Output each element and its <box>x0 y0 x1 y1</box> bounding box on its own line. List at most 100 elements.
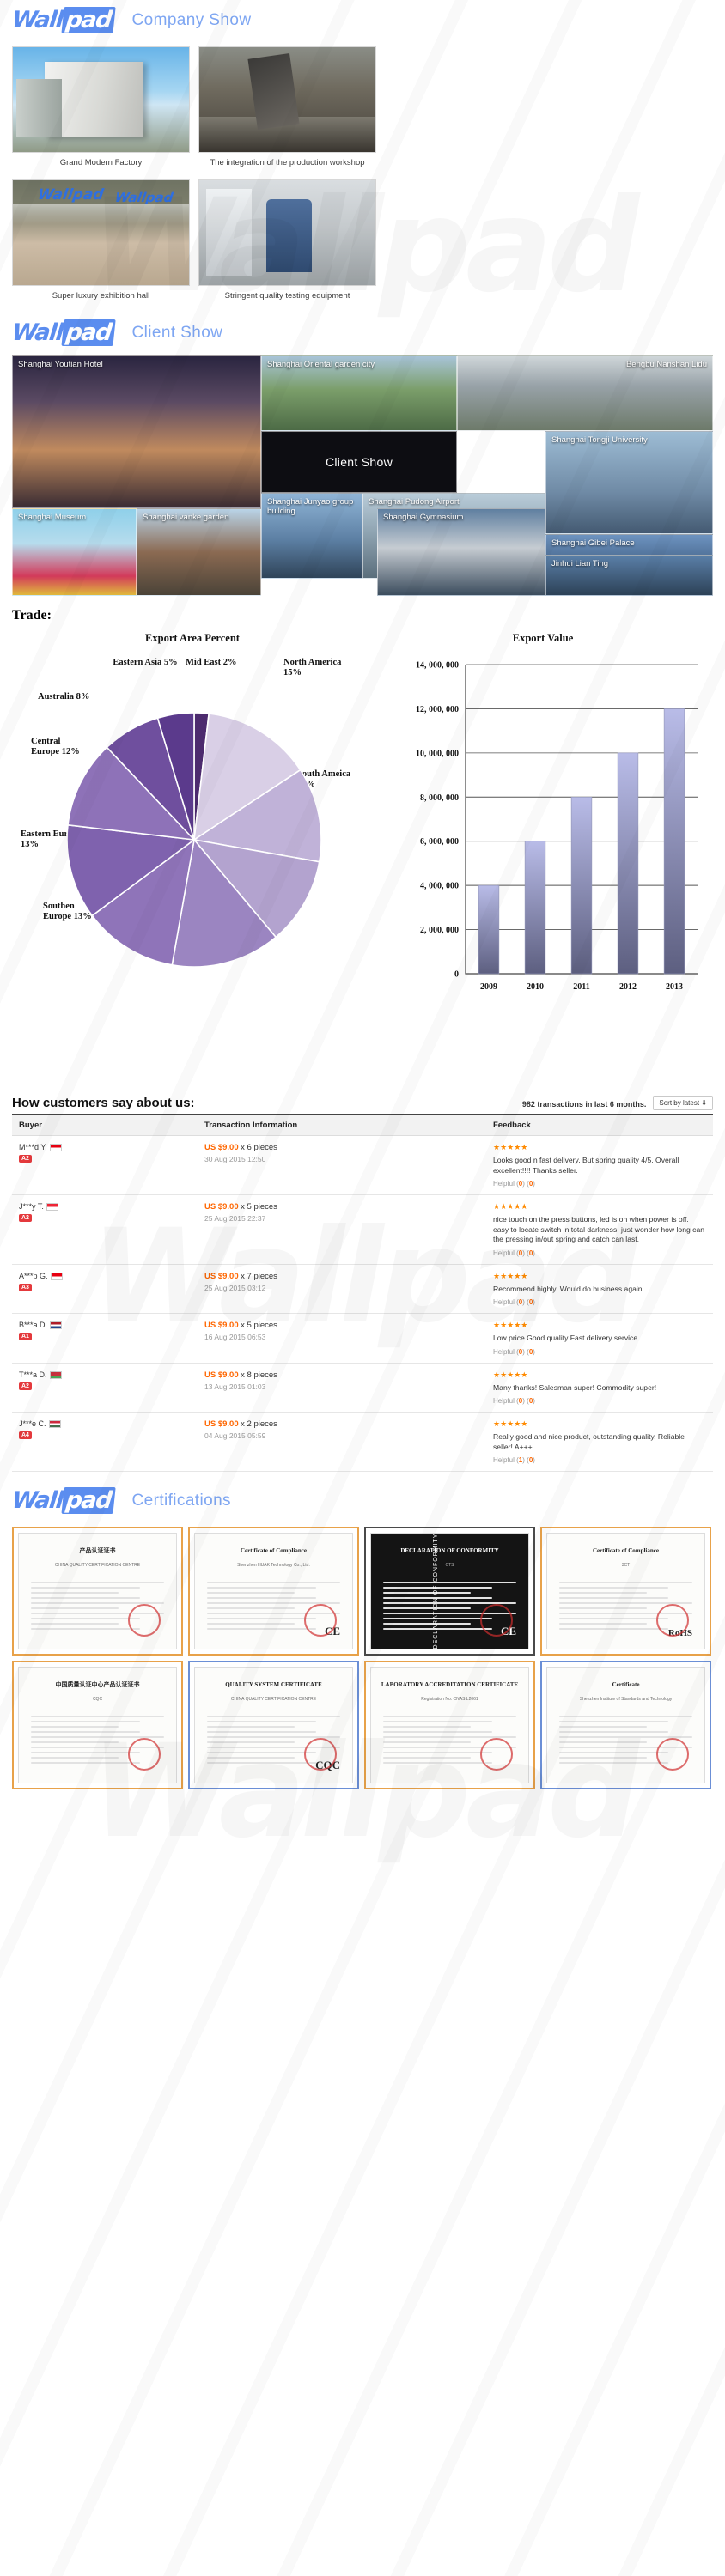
tile-label: Jinhui Lian Ting <box>551 559 609 568</box>
y-axis-tick-label: 2, 000, 000 <box>420 926 459 935</box>
certificate-card: LABORATORY ACCREDITATION CERTIFICATE Regi… <box>364 1661 535 1789</box>
x-axis-tick-label: 2011 <box>573 982 589 992</box>
buyer-name: A***p G. <box>19 1272 191 1280</box>
helpful-row[interactable]: Helpful (1) (0) <box>493 1456 706 1464</box>
buyer-cell: T***a D. A2 <box>12 1363 198 1413</box>
workshop-photo <box>198 46 376 153</box>
transaction-cell: US $9.00 x 6 pieces 30 Aug 2015 12:50 <box>198 1135 486 1195</box>
transaction-quantity: x 7 pieces <box>241 1271 277 1281</box>
buyer-name: J***e C. <box>19 1419 191 1429</box>
unhelpful-link[interactable]: (0) <box>527 1397 535 1405</box>
tile-label: Shanghai vanke garden <box>143 513 229 522</box>
unhelpful-link[interactable]: (0) <box>527 1180 535 1188</box>
buyer-level-badge: A3 <box>19 1283 32 1291</box>
unhelpful-link[interactable]: (0) <box>527 1348 535 1356</box>
certificate-stamp <box>128 1604 161 1637</box>
country-flag-icon <box>50 1321 63 1330</box>
helpful-link[interactable]: Helpful (0) <box>493 1298 525 1306</box>
transaction-date: 16 Aug 2015 06:53 <box>204 1333 266 1341</box>
pie-chart: Export Area Percent Eastern Asia 5% Mid … <box>12 627 373 1091</box>
certificate-title: 产品认证证书 <box>79 1547 116 1554</box>
certificate-stamp <box>656 1738 689 1771</box>
certificate-body: Certificate of Compliance 3CT RoHS <box>546 1533 705 1649</box>
client-tile: Shanghai vanke garden <box>137 508 261 596</box>
buyer-cell: J***y T. A2 <box>12 1194 198 1265</box>
transaction-price: US $9.00 <box>204 1419 239 1429</box>
buyer-name: T***a D. <box>19 1370 191 1379</box>
certificate-subtitle: Shenzhen HUAK Technology Co., Ltd. <box>237 1563 310 1568</box>
certificate-card: Certificate Shenzhen Institute of Standar… <box>540 1661 711 1789</box>
table-row: A***p G. A3 US $9.00 x 7 pieces 25 Aug 2015… <box>12 1264 713 1314</box>
transaction-quantity: x 6 pieces <box>241 1143 277 1152</box>
helpful-link[interactable]: Helpful (0) <box>493 1397 525 1405</box>
feedback-text: Really good and nice product, outstandin… <box>493 1432 685 1451</box>
certificate-subtitle: Shenzhen Institute of Standards and Tech… <box>579 1697 673 1702</box>
buyer-level-badge: A1 <box>19 1333 32 1341</box>
certificate-card: 中国质量认证中心产品认证证书 CQC <box>12 1661 183 1789</box>
helpful-row[interactable]: Helpful (0) (0) <box>493 1397 706 1405</box>
star-rating-icon: ★★★★★ <box>493 1321 528 1329</box>
buyer-level-badge: A2 <box>19 1382 32 1390</box>
photo-caption: Stringent quality testing equipment <box>224 291 350 301</box>
product-detail-page: Wallpad Wallpad Wallpad Wallpad Company … <box>0 0 725 2576</box>
certificate-title: DECLARATION OF CONFORMITY <box>400 1547 499 1554</box>
helpful-row[interactable]: Helpful (0) (0) <box>493 1180 706 1188</box>
pie-chart-title: Export Area Percent <box>145 632 240 644</box>
pie-svg <box>66 712 322 968</box>
exhibition-hall-photo: Wallpad Wallpad <box>12 179 190 286</box>
client-show-center: Client Show <box>261 431 457 493</box>
transaction-date: 04 Aug 2015 05:59 <box>204 1431 266 1440</box>
y-axis-tick-label: 0 <box>454 970 459 980</box>
client-show-mosaic-wrap: Shanghai Youtian Hotel Shanghai Oriental… <box>0 355 725 596</box>
transaction-price: US $9.00 <box>204 1202 239 1212</box>
y-axis-tick-label: 12, 000, 000 <box>416 705 459 714</box>
trade-label: Trade: <box>12 608 52 623</box>
x-axis-tick-label: 2012 <box>619 982 637 992</box>
helpful-row[interactable]: Helpful (0) (0) <box>493 1348 706 1356</box>
feedback-cell: ★★★★★ Looks good n fast delivery. But spr… <box>486 1135 713 1195</box>
y-axis-tick-label: 8, 000, 000 <box>420 793 459 803</box>
star-rating-icon: ★★★★★ <box>493 1202 528 1211</box>
x-axis-tick-label: 2013 <box>666 982 683 992</box>
table-row: M***d Y. A2 US $9.00 x 6 pieces 30 Aug 2015… <box>12 1135 713 1195</box>
star-rating-icon: ★★★★★ <box>493 1419 528 1428</box>
company-photo-item: Wallpad Wallpad Super luxury exhibition h… <box>12 179 190 309</box>
client-tile: Shanghai Oriental garden city <box>261 355 457 431</box>
feedback-cell: ★★★★★ Low price Good quality Fast deliver… <box>486 1313 713 1364</box>
table-row: B***a D. A1 US $9.00 x 5 pieces 16 Aug 2015… <box>12 1313 713 1364</box>
transaction-date: 25 Aug 2015 22:37 <box>204 1214 266 1223</box>
unhelpful-link[interactable]: (0) <box>527 1249 535 1257</box>
company-show-grid: Grand Modern Factory The integration of … <box>0 43 725 309</box>
star-rating-icon: ★★★★★ <box>493 1143 528 1151</box>
x-axis-tick-label: 2009 <box>480 982 497 992</box>
bar-chart: Export Value 0 2, 000, 000 4, 000, 000 6, 0… <box>373 627 713 1091</box>
tile-label: Shanghai Oriental garden city <box>267 360 375 369</box>
feedback-table: Buyer Transaction Information Feedback M… <box>12 1114 713 1472</box>
certificate-body: QUALITY SYSTEM CERTIFICATE CHINA QUALITY … <box>194 1667 353 1783</box>
country-flag-icon <box>50 1272 63 1280</box>
certificate-body: Certificate Shenzhen Institute of Standar… <box>546 1667 705 1783</box>
country-flag-icon <box>48 1420 61 1429</box>
buyer-level-badge: A2 <box>19 1155 32 1163</box>
certificate-title: Certificate of Compliance <box>241 1547 307 1554</box>
feedback-text: Recommend highly. Would do business agai… <box>493 1284 644 1293</box>
sort-by-latest-button[interactable]: Sort by latest ⬇ <box>653 1096 713 1110</box>
certificate-title: Certificate of Compliance <box>593 1547 659 1554</box>
helpful-row[interactable]: Helpful (0) (0) <box>493 1298 706 1306</box>
helpful-link[interactable]: Helpful (1) <box>493 1456 525 1464</box>
bar <box>570 796 593 975</box>
unhelpful-link[interactable]: (0) <box>527 1456 535 1464</box>
helpful-link[interactable]: Helpful (0) <box>493 1249 525 1257</box>
certificate-card: QUALITY SYSTEM CERTIFICATE CHINA QUALITY … <box>188 1661 359 1789</box>
feedback-header: How customers say about us: 982 transact… <box>0 1091 725 1114</box>
certificate-stamp <box>656 1604 689 1637</box>
helpful-row[interactable]: Helpful (0) (0) <box>493 1249 706 1257</box>
transaction-quantity: x 5 pieces <box>241 1202 277 1212</box>
certificate-card: Certificate of Compliance 3CT RoHS <box>540 1527 711 1656</box>
certificate-subtitle: CHINA QUALITY CERTIFICATION CENTRE <box>230 1697 317 1702</box>
factory-photo <box>12 46 190 153</box>
unhelpful-link[interactable]: (0) <box>527 1298 535 1306</box>
section-title-company-show: Company Show <box>131 11 252 29</box>
helpful-link[interactable]: Helpful (0) <box>493 1180 525 1188</box>
helpful-link[interactable]: Helpful (0) <box>493 1348 525 1356</box>
